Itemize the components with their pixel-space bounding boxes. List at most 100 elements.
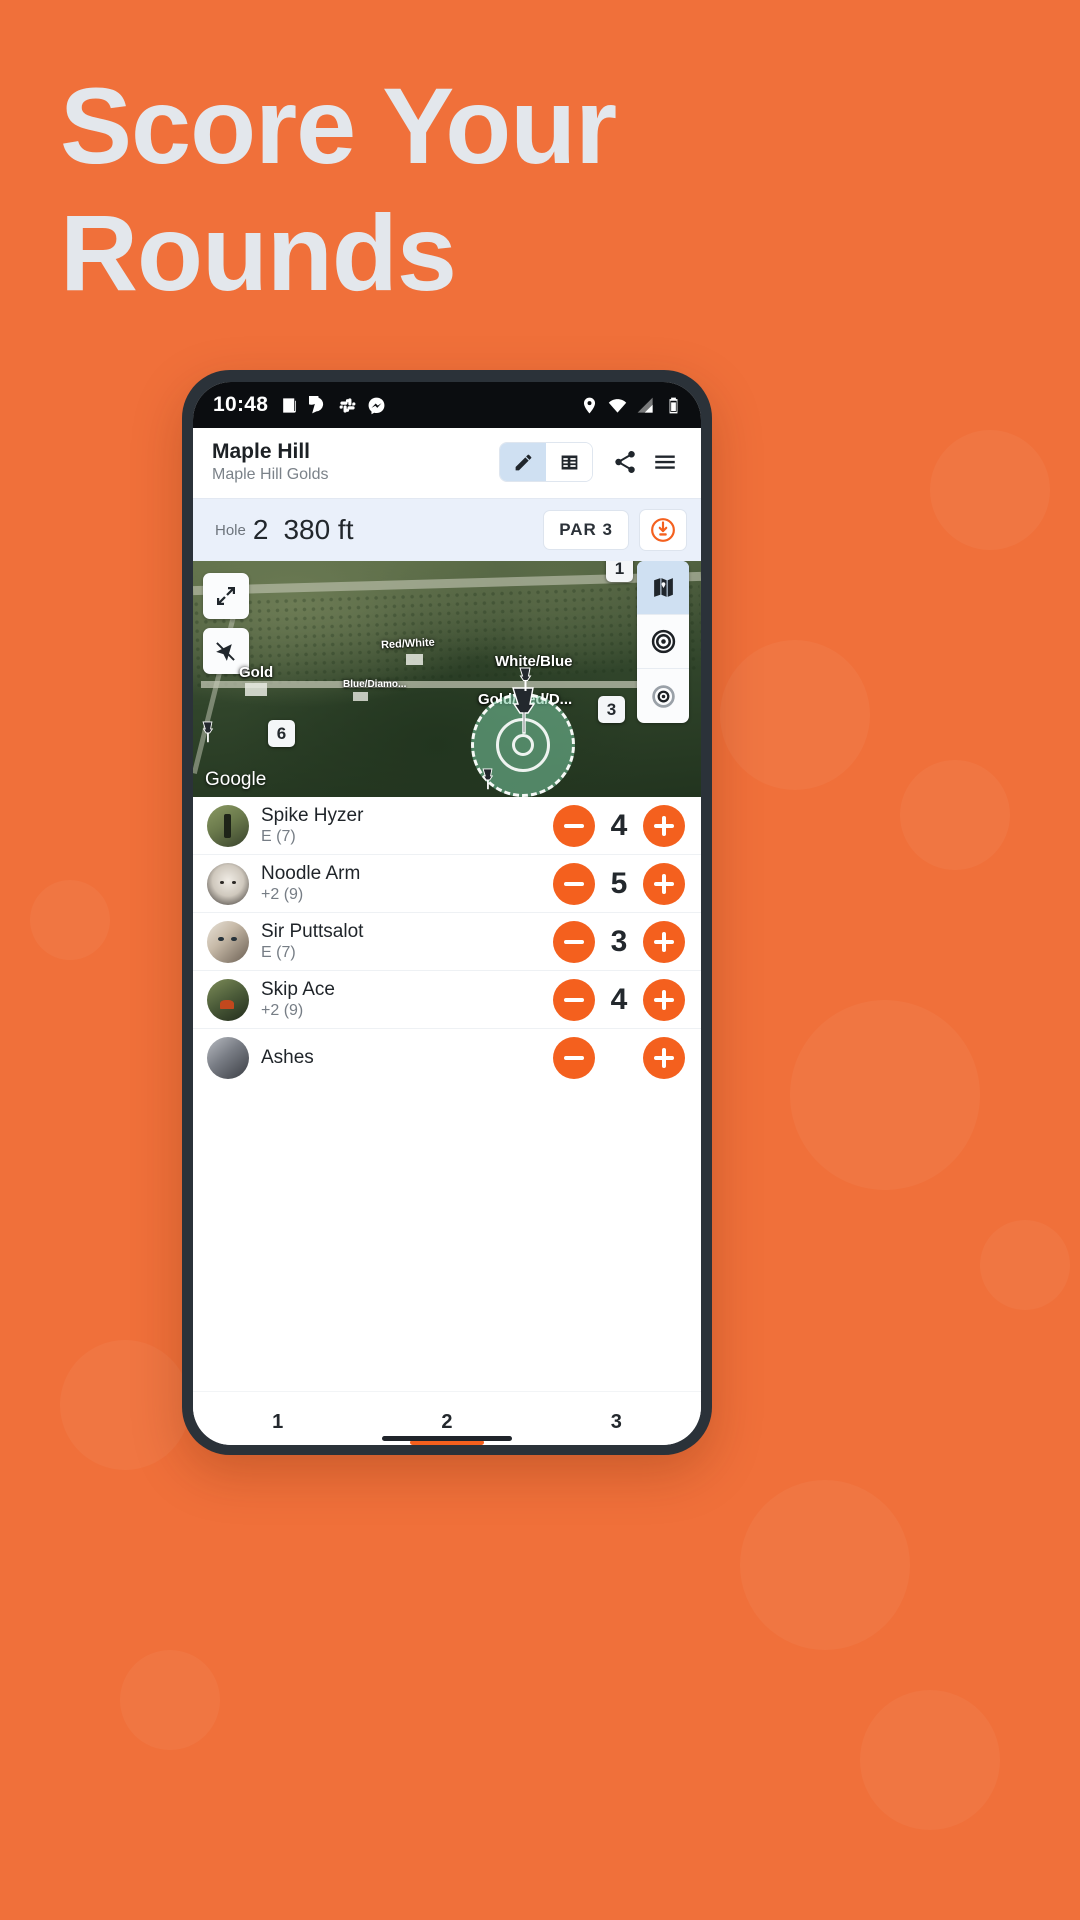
table-row[interactable]: Sir Puttsalot E (7) 3 [193, 913, 701, 972]
player-relative-score: E (7) [261, 828, 296, 846]
map-basket-marker [506, 686, 540, 738]
promo-headline: Score Your Rounds [60, 62, 720, 317]
course-name: Maple Hill [212, 440, 311, 463]
slack-icon [338, 396, 357, 415]
expand-arrows-icon [217, 587, 235, 606]
table-row[interactable]: Skip Ace +2 (9) 4 [193, 971, 701, 1030]
map-hole-marker-6[interactable]: 6 [268, 720, 295, 748]
player-score: 3 [610, 924, 628, 958]
list-icon [561, 455, 577, 470]
avatar [207, 1037, 249, 1080]
wifi-icon [608, 396, 627, 415]
target-gray-icon [651, 684, 675, 708]
player-name: Noodle Arm [261, 863, 361, 885]
map-tee-pad-red-white [406, 654, 423, 666]
nav-tab-3[interactable]: 3 [532, 1411, 701, 1445]
cell-signal-icon [636, 396, 655, 415]
status-bar-time: 10:48 [213, 393, 269, 416]
score-controls: 3 [553, 920, 685, 963]
hamburger-menu-icon [655, 455, 675, 469]
news-icon [280, 396, 299, 415]
edit-scores-button[interactable] [500, 443, 546, 482]
phone-mockup: 10:48 Maple Hill Maple Hill Golds Hole 2… [182, 370, 712, 1455]
course-titles: Maple Hill Maple Hill Golds [212, 440, 499, 484]
basket-position-button[interactable] [639, 509, 687, 552]
status-bar-system-icons [580, 396, 683, 415]
map-tee-pad-gold [245, 683, 267, 697]
player-name: Ashes [261, 1046, 314, 1068]
player-score: 5 [610, 866, 628, 900]
decrement-score-button[interactable] [553, 1037, 595, 1080]
table-row[interactable]: Spike Hyzer E (7) 4 [193, 797, 701, 856]
map-hole-marker-top[interactable]: 1 [606, 561, 633, 583]
menu-button[interactable] [645, 442, 685, 482]
google-attribution: Google [205, 769, 267, 791]
map-tee-marker-white-blue [516, 667, 534, 693]
score-controls: 4 [553, 804, 685, 847]
view-mode-segmented-control [499, 442, 593, 483]
center-on-target-button[interactable] [637, 615, 689, 670]
decrement-score-button[interactable] [553, 804, 595, 847]
map-hole-marker-3[interactable]: 3 [598, 696, 625, 724]
decrement-score-button[interactable] [553, 862, 595, 905]
increment-score-button[interactable] [643, 862, 685, 905]
increment-score-button[interactable] [643, 1037, 685, 1080]
map-layers-icon [653, 578, 673, 598]
chat-bubble-icon [304, 389, 328, 415]
increment-score-button[interactable] [643, 804, 685, 847]
avatar [207, 862, 249, 905]
score-controls [553, 1037, 685, 1080]
decrement-score-button[interactable] [553, 920, 595, 963]
center-on-location-button[interactable] [637, 669, 689, 723]
layout-name: Maple Hill Golds [212, 466, 329, 484]
player-info: Noodle Arm +2 (9) [261, 863, 553, 904]
map-right-controls [637, 561, 689, 724]
hole-info-bar: Hole 2 380 ft PAR 3 [193, 498, 701, 562]
par-button[interactable]: PAR 3 [543, 510, 629, 551]
pencil-icon [515, 454, 531, 470]
player-info: Sir Puttsalot E (7) [261, 921, 553, 962]
increment-score-button[interactable] [643, 978, 685, 1021]
headline-line-1: Score Your [60, 65, 617, 186]
phone-screen: 10:48 Maple Hill Maple Hill Golds Hole 2… [193, 382, 701, 1445]
player-name: Skip Ace [261, 979, 335, 1001]
nav-tab-1[interactable]: 1 [193, 1411, 362, 1445]
expand-map-button[interactable] [203, 573, 249, 620]
map-tee-marker-left [200, 721, 215, 744]
increment-score-button[interactable] [643, 920, 685, 963]
player-info: Ashes [261, 1047, 553, 1070]
app-header: Maple Hill Maple Hill Golds [193, 428, 701, 499]
decrement-score-button[interactable] [553, 978, 595, 1021]
share-button[interactable] [605, 442, 645, 482]
player-info: Spike Hyzer E (7) [261, 805, 553, 846]
location-pin-icon [580, 396, 599, 415]
avatar [207, 920, 249, 963]
status-bar-notification-icons [280, 389, 386, 415]
score-controls: 5 [553, 862, 685, 905]
status-bar: 10:48 [193, 382, 701, 428]
hole-distance: 380 ft [283, 514, 354, 546]
score-controls: 4 [553, 978, 685, 1021]
map-label-gold: Gold [239, 664, 274, 682]
player-info: Skip Ace +2 (9) [261, 979, 553, 1020]
player-score: 4 [610, 808, 628, 842]
gesture-bar [382, 1436, 512, 1441]
map-layers-button[interactable] [637, 561, 689, 616]
avatar [207, 978, 249, 1021]
player-relative-score: +2 (9) [261, 1002, 304, 1020]
table-row[interactable]: Ashes [193, 1029, 701, 1087]
map-label-blue-diamond: Blue/Diamo... [343, 679, 407, 691]
share-icon [615, 451, 635, 474]
battery-icon [664, 396, 683, 415]
player-name: Spike Hyzer [261, 805, 364, 827]
scorecard-list-button[interactable] [546, 443, 592, 482]
hole-label: Hole [215, 521, 246, 539]
hole-number: 2 [252, 514, 269, 546]
player-score-list: Spike Hyzer E (7) 4 Noodle Arm +2 (9) 5 [193, 797, 701, 1391]
hole-map[interactable]: White/Blue Gold/Red/D... Gold Red/White … [193, 561, 701, 798]
map-fairway-path [201, 681, 689, 689]
table-row[interactable]: Noodle Arm +2 (9) 5 [193, 855, 701, 914]
player-name: Sir Puttsalot [261, 921, 364, 943]
messenger-icon [367, 396, 386, 415]
avatar [207, 804, 249, 847]
